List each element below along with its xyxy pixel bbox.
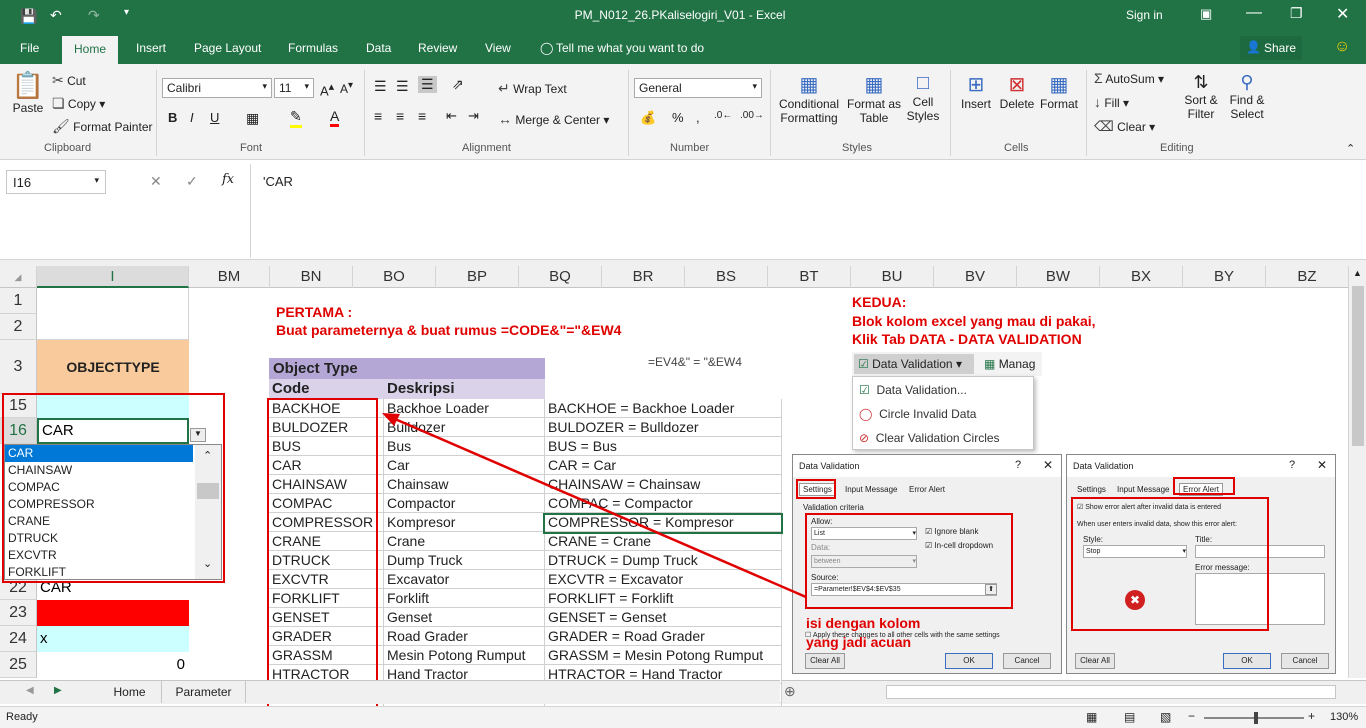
vertical-scrollbar[interactable]: ▲ (1348, 266, 1366, 678)
prev-sheet-icon[interactable]: ◀ (26, 685, 34, 696)
sheet-tab-home[interactable]: Home (98, 681, 162, 703)
sheet-tab-parameter[interactable]: Parameter (162, 681, 246, 703)
add-sheet-icon[interactable]: ⊕ (784, 683, 796, 700)
normal-view-icon[interactable]: ▦ (1086, 710, 1097, 724)
status-bar: Ready ▦ ▤ ▧ − + 130% (0, 706, 1366, 728)
scroll-thumb[interactable] (1352, 286, 1364, 446)
zoom-level[interactable]: 130% (1330, 711, 1358, 723)
zoom-out-icon[interactable]: − (1188, 709, 1195, 723)
scroll-up-icon[interactable]: ▲ (1353, 268, 1362, 278)
status-ready: Ready (6, 711, 38, 723)
zoom-slider-thumb[interactable] (1254, 712, 1258, 724)
annotation-arrow (382, 413, 807, 599)
horizontal-scrollbar[interactable] (886, 685, 1336, 699)
page-break-view-icon[interactable]: ▧ (1160, 710, 1171, 724)
next-sheet-icon[interactable]: ▶ (54, 685, 62, 696)
sheet-tabs-bar: ◀ ▶ Home Parameter (0, 680, 780, 704)
horizontal-scroll-area: ⊕ (782, 680, 1366, 704)
zoom-in-icon[interactable]: + (1308, 709, 1315, 723)
page-layout-view-icon[interactable]: ▤ (1124, 710, 1135, 724)
